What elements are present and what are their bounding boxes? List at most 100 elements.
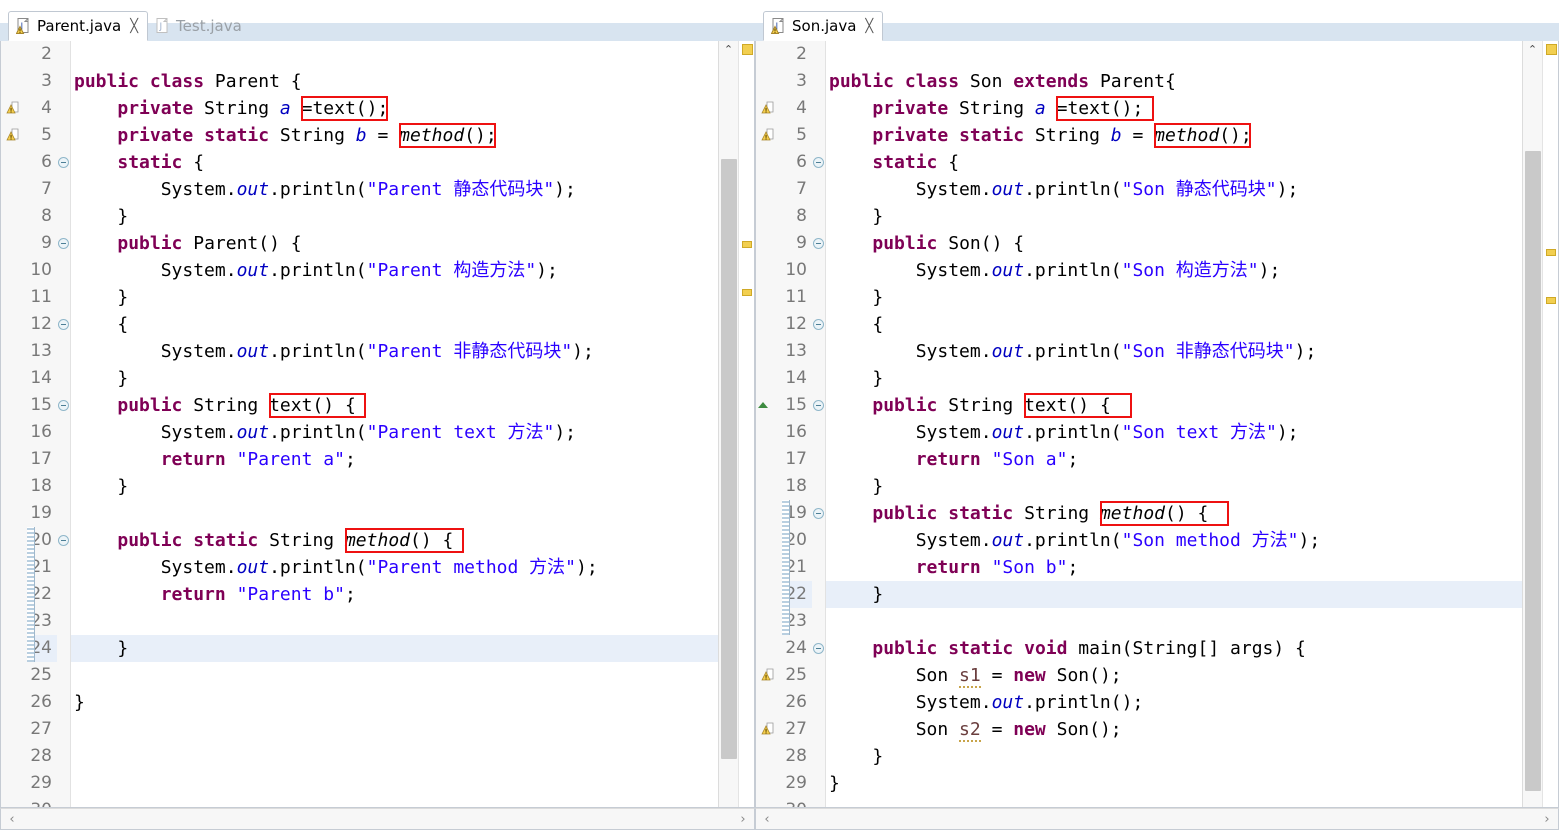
code-line[interactable]: System.out.println("Parent 非静态代码块");	[71, 338, 718, 365]
vertical-scrollbar-right[interactable]: ⌃	[1522, 41, 1542, 807]
scroll-left-arrow[interactable]: ‹	[756, 812, 778, 827]
code-line[interactable]: }	[826, 203, 1522, 230]
code-line[interactable]: public Son() {	[826, 230, 1522, 257]
scrollbar-track[interactable]	[778, 809, 1536, 829]
scroll-left-arrow[interactable]: ‹	[1, 812, 23, 827]
code-line[interactable]: public Parent() {	[71, 230, 718, 257]
code-line[interactable]: return "Parent b";	[71, 581, 718, 608]
fold-collapse-icon[interactable]	[58, 535, 69, 546]
folding-gutter-left[interactable]	[57, 41, 71, 807]
fold-collapse-icon[interactable]	[813, 400, 824, 411]
ruler-warning-marker[interactable]	[1546, 249, 1556, 256]
code-line[interactable]	[71, 770, 718, 797]
code-line[interactable]: public static String method() {	[826, 500, 1522, 527]
code-line[interactable]: System.out.println("Parent method 方法");	[71, 554, 718, 581]
code-line[interactable]: System.out.println("Son 静态代码块");	[826, 176, 1522, 203]
close-icon[interactable]: ╳	[130, 19, 138, 34]
code-line[interactable]: return "Son a";	[826, 446, 1522, 473]
code-line[interactable]: }	[71, 635, 718, 662]
code-line[interactable]: {	[71, 311, 718, 338]
fold-collapse-icon[interactable]	[813, 238, 824, 249]
code-line[interactable]: }	[71, 689, 718, 716]
code-line[interactable]: System.out.println();	[826, 689, 1522, 716]
code-line[interactable]: System.out.println("Son 非静态代码块");	[826, 338, 1522, 365]
code-line[interactable]: }	[71, 203, 718, 230]
ruler-warning-marker[interactable]	[742, 289, 752, 296]
warning-marker-icon[interactable]	[761, 667, 778, 684]
scrollbar-thumb[interactable]	[721, 159, 737, 759]
editor-area-left[interactable]: 2 3 4 5 6 7 8 9 10 11 12 13 14 15 16 17 18 19 20 21 22 23 24 25…	[0, 41, 755, 808]
fold-collapse-icon[interactable]	[813, 319, 824, 330]
code-line[interactable]: System.out.println("Parent text 方法");	[71, 419, 718, 446]
code-line[interactable]	[826, 41, 1522, 68]
code-line[interactable]: public static String method() {	[71, 527, 718, 554]
fold-collapse-icon[interactable]	[58, 238, 69, 249]
code-line[interactable]: }	[71, 365, 718, 392]
warning-marker-icon[interactable]	[6, 100, 23, 117]
scrollbar-thumb[interactable]	[1525, 151, 1541, 791]
fold-collapse-icon[interactable]	[813, 508, 824, 519]
close-icon[interactable]: ╳	[865, 19, 873, 34]
code-line[interactable]	[71, 41, 718, 68]
code-line[interactable]: private String a =text();	[71, 95, 718, 122]
code-line[interactable]: private String a =text();	[826, 95, 1522, 122]
code-line[interactable]: public static void main(String[] args) {	[826, 635, 1522, 662]
code-line[interactable]: public String text() {	[71, 392, 718, 419]
fold-collapse-icon[interactable]	[58, 157, 69, 168]
scroll-right-arrow[interactable]: ›	[732, 812, 754, 827]
code-line[interactable]: }	[826, 473, 1522, 500]
code-line[interactable]: System.out.println("Parent 构造方法");	[71, 257, 718, 284]
code-line[interactable]: }	[71, 473, 718, 500]
code-line[interactable]: Son s1 = new Son();	[826, 662, 1522, 689]
code-line[interactable]	[71, 662, 718, 689]
code-line[interactable]	[71, 743, 718, 770]
code-line[interactable]: {	[826, 311, 1522, 338]
scroll-up-arrow[interactable]: ⌃	[719, 41, 738, 58]
code-line[interactable]	[826, 608, 1522, 635]
code-line[interactable]	[71, 797, 718, 807]
fold-collapse-icon[interactable]	[813, 157, 824, 168]
code-line[interactable]	[71, 716, 718, 743]
tab-test-java[interactable]: J Test.java	[148, 11, 251, 41]
code-line[interactable]: System.out.println("Parent 静态代码块");	[71, 176, 718, 203]
code-area-right[interactable]: public class Son extends Parent{ private…	[826, 41, 1522, 807]
code-line[interactable]: }	[826, 743, 1522, 770]
folding-gutter-right[interactable]	[812, 41, 826, 807]
tab-son-java[interactable]: J Son.java ╳	[763, 11, 884, 41]
warning-marker-icon[interactable]	[761, 100, 778, 117]
code-line[interactable]: private static String b = method();	[826, 122, 1522, 149]
code-line[interactable]: }	[71, 284, 718, 311]
marker-gutter-right[interactable]	[756, 41, 782, 807]
fold-collapse-icon[interactable]	[58, 319, 69, 330]
code-line[interactable]: static {	[71, 149, 718, 176]
code-line[interactable]: public class Son extends Parent{	[826, 68, 1522, 95]
scroll-up-arrow[interactable]: ⌃	[1523, 41, 1542, 58]
ruler-warning-marker[interactable]	[742, 241, 752, 248]
code-line[interactable]: return "Son b";	[826, 554, 1522, 581]
warning-marker-icon[interactable]	[761, 721, 778, 738]
code-line[interactable]: return "Parent a";	[71, 446, 718, 473]
horizontal-scrollbar-right[interactable]: ‹ ›	[755, 808, 1559, 830]
editor-area-right[interactable]: 2 3 4 5 6 7 8 9 10 11 12 13 14 15 16 17 18 19 20 21 22 23 24 25…	[755, 41, 1559, 808]
code-line[interactable]: Son s2 = new Son();	[826, 716, 1522, 743]
code-line[interactable]: static {	[826, 149, 1522, 176]
code-line[interactable]: System.out.println("Son 构造方法");	[826, 257, 1522, 284]
code-line[interactable]: }	[826, 284, 1522, 311]
overview-ruler-right[interactable]	[1542, 41, 1558, 807]
fold-collapse-icon[interactable]	[813, 643, 824, 654]
warning-marker-icon[interactable]	[6, 127, 23, 144]
code-line[interactable]: public String text() {	[826, 392, 1522, 419]
tab-parent-java[interactable]: J Parent.java ╳	[8, 11, 149, 41]
overview-ruler-left[interactable]	[738, 41, 754, 807]
code-line[interactable]	[71, 500, 718, 527]
vertical-scrollbar-left[interactable]: ⌃	[718, 41, 738, 807]
code-line[interactable]: System.out.println("Son method 方法");	[826, 527, 1522, 554]
code-line[interactable]: public class Parent {	[71, 68, 718, 95]
code-area-left[interactable]: public class Parent { private String a =…	[71, 41, 718, 807]
scroll-right-arrow[interactable]: ›	[1536, 812, 1558, 827]
code-line[interactable]: private static String b = method();	[71, 122, 718, 149]
warning-marker-icon[interactable]	[761, 127, 778, 144]
code-line[interactable]	[826, 797, 1522, 807]
code-line[interactable]: }	[826, 365, 1522, 392]
code-line[interactable]: System.out.println("Son text 方法");	[826, 419, 1522, 446]
